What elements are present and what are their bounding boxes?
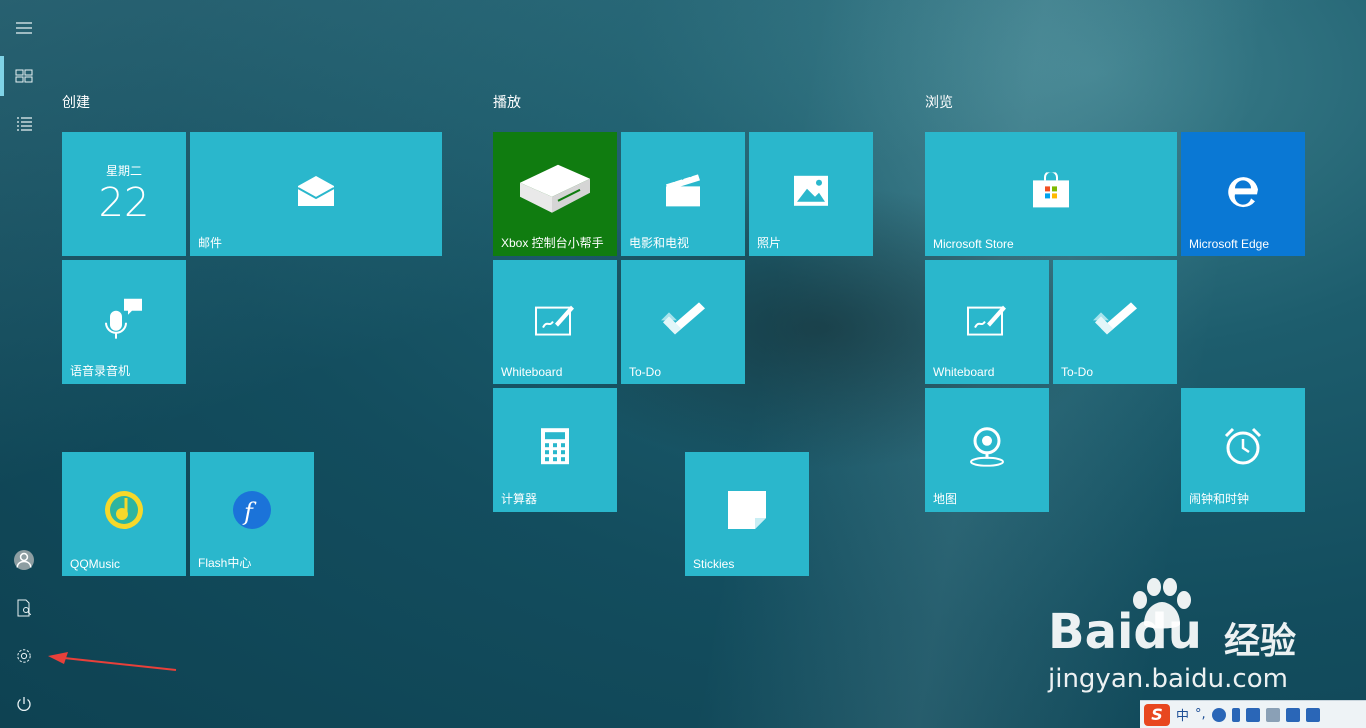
sticky-note-icon: [727, 490, 767, 530]
group-title-explore[interactable]: 浏览: [925, 92, 953, 112]
group-title-play[interactable]: 播放: [493, 92, 521, 112]
group-title-create[interactable]: 创建: [62, 92, 90, 112]
tile-label: Whiteboard: [501, 365, 563, 379]
tile-label: Whiteboard: [933, 365, 995, 379]
tile-qqmusic[interactable]: QQMusic: [62, 452, 186, 576]
tile-label: 电影和电视: [629, 236, 690, 250]
ime-punctuation[interactable]: °,: [1195, 707, 1206, 722]
tile-photos[interactable]: 照片: [749, 132, 873, 256]
pinned-tiles-button[interactable]: [0, 52, 48, 100]
ime-language[interactable]: 中: [1176, 705, 1189, 724]
settings-button[interactable]: [0, 632, 48, 680]
xbox-console-icon: [518, 163, 592, 215]
calculator-icon: [540, 427, 570, 465]
ime-toolbar: S 中 °,: [1140, 700, 1366, 728]
checkmark-icon: [659, 300, 707, 336]
tile-label: Flash中心: [198, 556, 252, 570]
list-icon: [17, 117, 32, 131]
calendar-date: 22: [98, 180, 150, 226]
tile-label: 邮件: [198, 236, 223, 250]
watermark-brand-cn: 经验: [1224, 621, 1297, 662]
tile-calculator[interactable]: 计算器: [493, 388, 617, 512]
tile-stickies[interactable]: Stickies: [685, 452, 809, 576]
avatar: [14, 550, 34, 570]
tile-label: Microsoft Edge: [1189, 237, 1270, 251]
tile-microsoft-edge[interactable]: Microsoft Edge: [1181, 132, 1305, 256]
baidu-watermark: Baidu 经验 jingyan.baidu.com: [1040, 578, 1300, 698]
tile-alarms-clock[interactable]: 闹钟和时钟: [1181, 388, 1305, 512]
tile-whiteboard-explore[interactable]: Whiteboard: [925, 260, 1049, 384]
tile-label: Microsoft Store: [933, 237, 1014, 251]
tile-label: 语音录音机: [70, 364, 131, 378]
start-sidebar: [0, 0, 48, 728]
tile-maps[interactable]: 地图: [925, 388, 1049, 512]
store-bag-icon: [1032, 172, 1070, 208]
tile-flash[interactable]: f Flash中心: [190, 452, 314, 576]
annotation-arrow: [48, 652, 177, 671]
user-icon: [16, 552, 32, 568]
tile-voice-recorder[interactable]: 语音录音机: [62, 260, 186, 384]
edge-icon: [1225, 172, 1261, 208]
tiles-icon: [15, 69, 33, 83]
clapperboard-icon: [664, 172, 702, 208]
document-icon: [17, 599, 32, 617]
tile-movies-tv[interactable]: 电影和电视: [621, 132, 745, 256]
microphone-icon[interactable]: [1231, 707, 1240, 722]
hamburger-icon: [16, 22, 32, 34]
tile-label: 计算器: [501, 492, 538, 506]
all-apps-button[interactable]: [0, 100, 48, 148]
emoji-icon[interactable]: [1211, 707, 1226, 722]
tile-microsoft-store[interactable]: Microsoft Store: [925, 132, 1177, 256]
tile-label: Stickies: [693, 557, 735, 571]
keyboard-icon[interactable]: [1245, 707, 1260, 722]
tile-label: To-Do: [629, 365, 662, 379]
watermark-url: jingyan.baidu.com: [1048, 664, 1288, 694]
power-button[interactable]: [0, 680, 48, 728]
tile-label: QQMusic: [70, 557, 121, 571]
qqmusic-icon: [104, 490, 144, 530]
microphone-icon: [104, 297, 144, 339]
documents-button[interactable]: [0, 584, 48, 632]
tile-label: 地图: [933, 492, 958, 506]
watermark-brand: Baidu: [1048, 604, 1202, 660]
photo-icon: [793, 175, 829, 207]
whiteboard-icon: [967, 302, 1007, 336]
tile-calendar[interactable]: 星期二 22: [62, 132, 186, 256]
hamburger-menu-button[interactable]: [0, 4, 48, 52]
tile-label: Xbox 控制台小帮手: [501, 236, 604, 250]
tile-mail[interactable]: 邮件: [190, 132, 442, 256]
toolbox-icon[interactable]: [1305, 707, 1320, 722]
tile-label: To-Do: [1061, 365, 1094, 379]
map-pin-icon: [967, 425, 1007, 467]
flash-icon: f: [232, 490, 272, 530]
skin-shirt-icon[interactable]: [1285, 707, 1300, 722]
gear-icon: [17, 649, 31, 663]
user-icon[interactable]: [1265, 707, 1280, 722]
tile-xbox[interactable]: Xbox 控制台小帮手: [493, 132, 617, 256]
whiteboard-icon: [535, 302, 575, 336]
alarm-clock-icon: [1223, 426, 1263, 466]
tile-todo-play[interactable]: To-Do: [621, 260, 745, 384]
user-account-button[interactable]: [0, 536, 48, 584]
mail-icon: [296, 176, 336, 206]
tile-todo-explore[interactable]: To-Do: [1053, 260, 1177, 384]
tile-whiteboard-play[interactable]: Whiteboard: [493, 260, 617, 384]
calendar-day: 星期二: [105, 164, 142, 178]
tile-label: 闹钟和时钟: [1189, 492, 1250, 506]
tile-label: 照片: [757, 236, 782, 250]
sogou-logo-icon[interactable]: S: [1144, 703, 1170, 726]
checkmark-icon: [1091, 300, 1139, 336]
power-icon: [17, 697, 31, 711]
